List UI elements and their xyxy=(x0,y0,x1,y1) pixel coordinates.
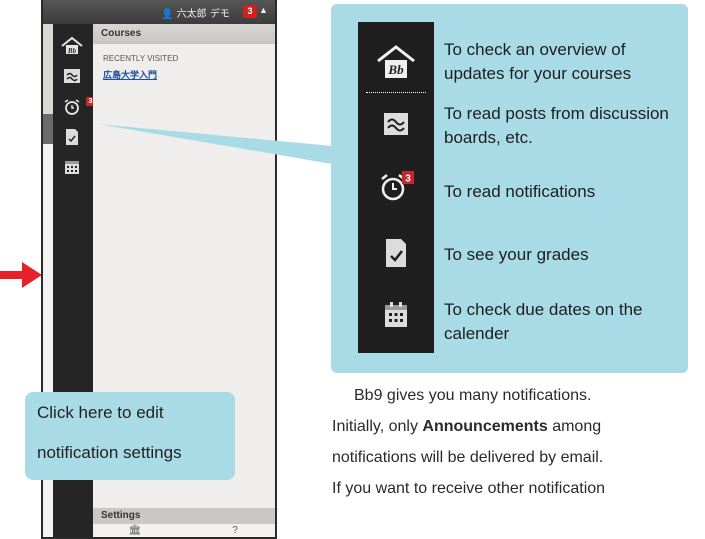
announcements-keyword: Announcements xyxy=(422,418,548,435)
blackboard-home-icon[interactable]: Bb xyxy=(60,36,84,56)
legend-text-notifications: To read notifications xyxy=(444,182,596,201)
body-line-2: Initially, only Announcements among xyxy=(332,411,690,442)
legend-text-calendar: To check due dates on the calender xyxy=(444,300,643,343)
body-line-2-post: among xyxy=(547,418,602,435)
legend-icon-strip: Bb 3 xyxy=(358,22,434,353)
icon-legend-panel: Bb 3 To check an overview of updates for… xyxy=(331,4,688,373)
institution-icon[interactable]: 🏛 xyxy=(125,525,145,536)
legend-alarm-clock-icon: 3 xyxy=(358,162,434,212)
callout-text-line2: notification settings xyxy=(37,443,182,462)
legend-text-grades: To see your grades xyxy=(444,245,589,264)
course-link[interactable]: 広島大学入門 xyxy=(103,68,275,81)
legend-discussion-icon xyxy=(358,99,434,149)
settings-header[interactable]: Settings xyxy=(93,508,275,524)
svg-text:Bb: Bb xyxy=(387,62,404,77)
menu-footer: 🏛 ? xyxy=(93,524,275,537)
legend-divider xyxy=(366,92,426,93)
alarm-clock-icon[interactable]: 3 xyxy=(60,97,95,117)
user-menu[interactable]: 👤 六太郎 デモ xyxy=(161,5,230,20)
top-bar: 👤 六太郎 デモ 3 ▲ ⏻ xyxy=(43,0,275,24)
body-line-3: notifications will be delivered by email… xyxy=(332,449,604,466)
notification-count-badge[interactable]: 3 xyxy=(243,5,257,18)
help-icon[interactable]: ? xyxy=(225,525,245,536)
legend-notification-badge: 3 xyxy=(405,174,411,185)
red-pointer-arrow xyxy=(0,262,42,288)
body-line-1: Bb9 gives you many notifications. xyxy=(354,387,592,404)
calendar-icon[interactable] xyxy=(60,157,84,177)
legend-text-updates: To check an overview of updates for your… xyxy=(444,40,632,83)
caret-up-icon[interactable]: ▲ xyxy=(259,5,268,15)
recently-visited-label: RECENTLY VISITED xyxy=(103,54,179,63)
courses-header: Courses xyxy=(93,24,275,44)
legend-calendar-icon xyxy=(358,290,434,340)
legend-blackboard-home-icon: Bb xyxy=(358,38,434,88)
user-name: 六太郎 デモ xyxy=(176,9,230,20)
svg-text:Bb: Bb xyxy=(67,47,77,55)
body-line-4: If you want to receive other notificatio… xyxy=(332,480,606,497)
body-line-2-pre: Initially, only xyxy=(332,418,423,435)
legend-text-discussion: To read posts from discussion boards, et… xyxy=(444,104,669,147)
discussion-icon[interactable] xyxy=(60,67,84,87)
legend-grade-doc-icon xyxy=(358,228,434,278)
callout-text-line1: Click here to edit xyxy=(37,403,164,422)
body-text: Bb9 gives you many notifications. Initia… xyxy=(332,380,690,504)
grade-doc-icon[interactable] xyxy=(60,127,84,147)
